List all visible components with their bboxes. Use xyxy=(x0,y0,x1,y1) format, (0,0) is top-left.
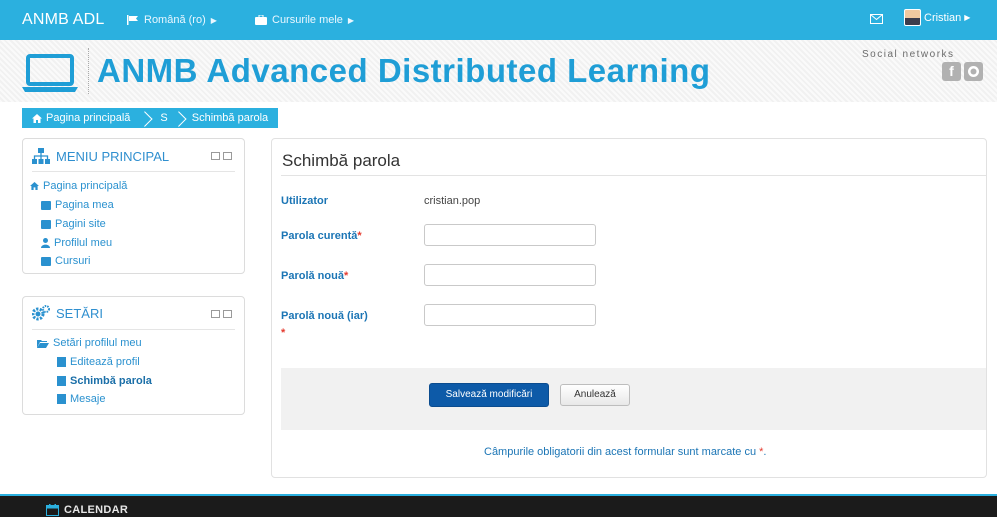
top-navbar: ANMB ADL Română (ro) ▶ Cursurile mele ▶ … xyxy=(0,0,997,40)
username-value: cristian.pop xyxy=(424,195,481,207)
home-icon xyxy=(30,182,39,190)
brand-link[interactable]: ANMB ADL xyxy=(22,11,105,29)
page-title: Schimbă parola xyxy=(282,151,401,170)
new-password-input[interactable] xyxy=(424,264,596,286)
breadcrumb-current: Schimbă parola xyxy=(191,112,269,124)
settings-profile-group[interactable]: Setări profilul meu xyxy=(37,337,142,349)
current-password-label: Parola curentă* xyxy=(281,230,362,242)
social-networks-label: Social networks xyxy=(862,49,955,60)
breadcrumb-separator xyxy=(174,108,188,128)
folder-icon xyxy=(41,256,51,266)
folder-open-icon xyxy=(37,339,49,348)
new-password-again-label: Parolă nouă (iar) xyxy=(281,310,368,322)
flag-icon xyxy=(127,15,138,25)
file-icon xyxy=(57,394,66,404)
minimize-icon[interactable] xyxy=(211,310,220,318)
new-password-label: Parolă nouă* xyxy=(281,270,348,282)
main-menu-header: MENIU PRINCIPAL xyxy=(32,148,169,164)
gears-icon xyxy=(32,305,50,321)
settings-item-label: Mesaje xyxy=(70,393,106,405)
current-password-input[interactable] xyxy=(424,224,596,246)
block-divider xyxy=(32,329,235,330)
laptop-icon xyxy=(22,54,78,92)
folder-icon xyxy=(41,200,51,210)
block-controls[interactable] xyxy=(211,152,232,160)
settings-title: SETĂRI xyxy=(56,305,103,321)
avatar xyxy=(904,9,921,26)
briefcase-icon xyxy=(255,15,267,25)
save-button[interactable]: Salvează modificări xyxy=(429,383,549,407)
calendar-icon xyxy=(46,504,59,516)
settings-edit-profile[interactable]: Editează profil xyxy=(57,356,140,368)
menu-item-label: Profilul meu xyxy=(54,237,113,249)
required-mark: * xyxy=(759,446,764,458)
facebook-icon[interactable]: f xyxy=(942,62,961,81)
form-buttons-area: Salvează modificări Anulează xyxy=(281,368,986,430)
required-mark: * xyxy=(281,327,286,339)
language-label: Română (ro) xyxy=(144,14,206,26)
caret-right-icon: ▶ xyxy=(964,13,971,22)
menu-item-site-pages[interactable]: Pagini site xyxy=(41,218,106,230)
main-menu-title: MENIU PRINCIPAL xyxy=(56,148,170,164)
my-courses-label: Cursurile mele xyxy=(272,14,343,26)
calendar-label: CALENDAR xyxy=(64,504,129,516)
home-icon xyxy=(32,113,42,123)
settings-header: SETĂRI xyxy=(32,305,103,321)
my-courses-menu[interactable]: Cursurile mele ▶ xyxy=(255,14,354,26)
required-mark: * xyxy=(343,270,349,282)
twitter-icon[interactable] xyxy=(964,62,983,81)
title-divider xyxy=(281,175,986,176)
language-menu[interactable]: Română (ro) ▶ xyxy=(127,14,217,26)
caret-right-icon: ▶ xyxy=(210,15,217,25)
required-fields-note: Câmpurile obligatorii din acest formular… xyxy=(484,446,767,458)
settings-item-label: Editează profil xyxy=(70,356,140,368)
menu-item-label: Cursuri xyxy=(55,255,91,267)
settings-group-label: Setări profilul meu xyxy=(53,337,142,349)
required-mark: * xyxy=(357,230,362,242)
block-divider xyxy=(32,171,235,172)
footer-bar: CALENDAR xyxy=(0,494,997,517)
menu-item-label: Pagina mea xyxy=(55,199,114,211)
messages-icon[interactable] xyxy=(870,13,883,27)
menu-item-label: Pagini site xyxy=(55,218,106,230)
menu-home-label: Pagina principală xyxy=(43,180,128,192)
menu-item-my-page[interactable]: Pagina mea xyxy=(41,199,114,211)
user-icon xyxy=(41,238,50,248)
settings-block: SETĂRI Setări profilul meu Editează prof… xyxy=(22,296,245,415)
site-title[interactable]: ANMB Advanced Distributed Learning xyxy=(97,52,711,90)
file-icon xyxy=(57,376,66,386)
breadcrumb-home[interactable]: Pagina principală xyxy=(22,108,140,128)
user-name: Cristian xyxy=(924,11,962,24)
sitemap-icon xyxy=(32,148,50,164)
menu-item-courses[interactable]: Cursuri xyxy=(41,255,90,267)
breadcrumb: Pagina principală S Schimbă parola xyxy=(22,108,279,128)
change-password-panel: Schimbă parola Utilizator cristian.pop P… xyxy=(271,138,987,478)
menu-item-my-profile[interactable]: Profilul meu xyxy=(41,237,112,249)
dock-icon[interactable] xyxy=(223,152,232,160)
site-header: ANMB Advanced Distributed Learning Socia… xyxy=(0,40,997,102)
cancel-button[interactable]: Anulează xyxy=(560,384,630,406)
folder-icon xyxy=(41,219,51,229)
current-password-label-text: Parola curentă xyxy=(281,230,358,242)
header-divider xyxy=(88,48,89,94)
new-password-again-input[interactable] xyxy=(424,304,596,326)
calendar-block-header[interactable]: CALENDAR xyxy=(46,504,128,516)
main-menu-block: MENIU PRINCIPAL Pagina principală Pagina… xyxy=(22,138,245,274)
caret-right-icon: ▶ xyxy=(347,15,355,25)
settings-change-password[interactable]: Schimbă parola xyxy=(57,375,152,387)
user-menu[interactable]: Cristian ▶ xyxy=(904,9,970,26)
block-controls[interactable] xyxy=(211,310,232,318)
new-password-label-text: Parolă nouă xyxy=(281,270,344,282)
file-icon xyxy=(57,357,66,367)
minimize-icon[interactable] xyxy=(211,152,220,160)
settings-item-label: Schimbă parola xyxy=(70,375,152,387)
dock-icon[interactable] xyxy=(223,310,232,318)
username-label: Utilizator xyxy=(281,195,329,207)
breadcrumb-home-label: Pagina principală xyxy=(46,112,131,124)
menu-home-link[interactable]: Pagina principală xyxy=(30,180,127,192)
settings-messages[interactable]: Mesaje xyxy=(57,393,105,405)
breadcrumb-separator xyxy=(140,108,154,128)
required-fields-note-text: Câmpurile obligatorii din acest formular… xyxy=(484,446,757,458)
